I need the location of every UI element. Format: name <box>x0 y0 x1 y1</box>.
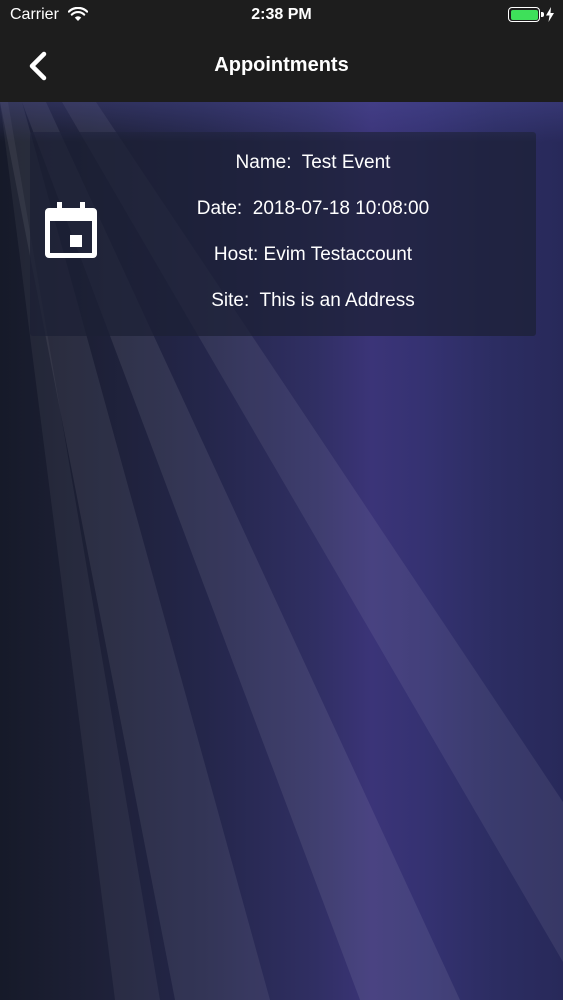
appointment-site: Site: This is an Address <box>211 290 415 311</box>
status-bar: Carrier 2:38 PM <box>0 0 563 30</box>
status-time: 2:38 PM <box>251 6 312 23</box>
appointments-content: Name: Test Event Date: 2018-07-18 10:08:… <box>0 102 563 1000</box>
calendar-icon <box>45 202 97 258</box>
charging-bolt-icon <box>546 7 554 22</box>
battery-icon <box>508 7 544 22</box>
page-title: Appointments <box>214 54 349 76</box>
appointment-name: Name: Test Event <box>235 152 391 173</box>
appointment-card[interactable]: Name: Test Event Date: 2018-07-18 10:08:… <box>30 132 536 336</box>
appointment-date: Date: 2018-07-18 10:08:00 <box>196 198 430 219</box>
appointment-host: Host: Evim Testaccount <box>213 244 413 265</box>
navigation-bar: Appointments <box>0 30 563 102</box>
appointment-details: Name: Test Event Date: 2018-07-18 10:08:… <box>120 150 506 334</box>
battery-level <box>510 9 538 20</box>
